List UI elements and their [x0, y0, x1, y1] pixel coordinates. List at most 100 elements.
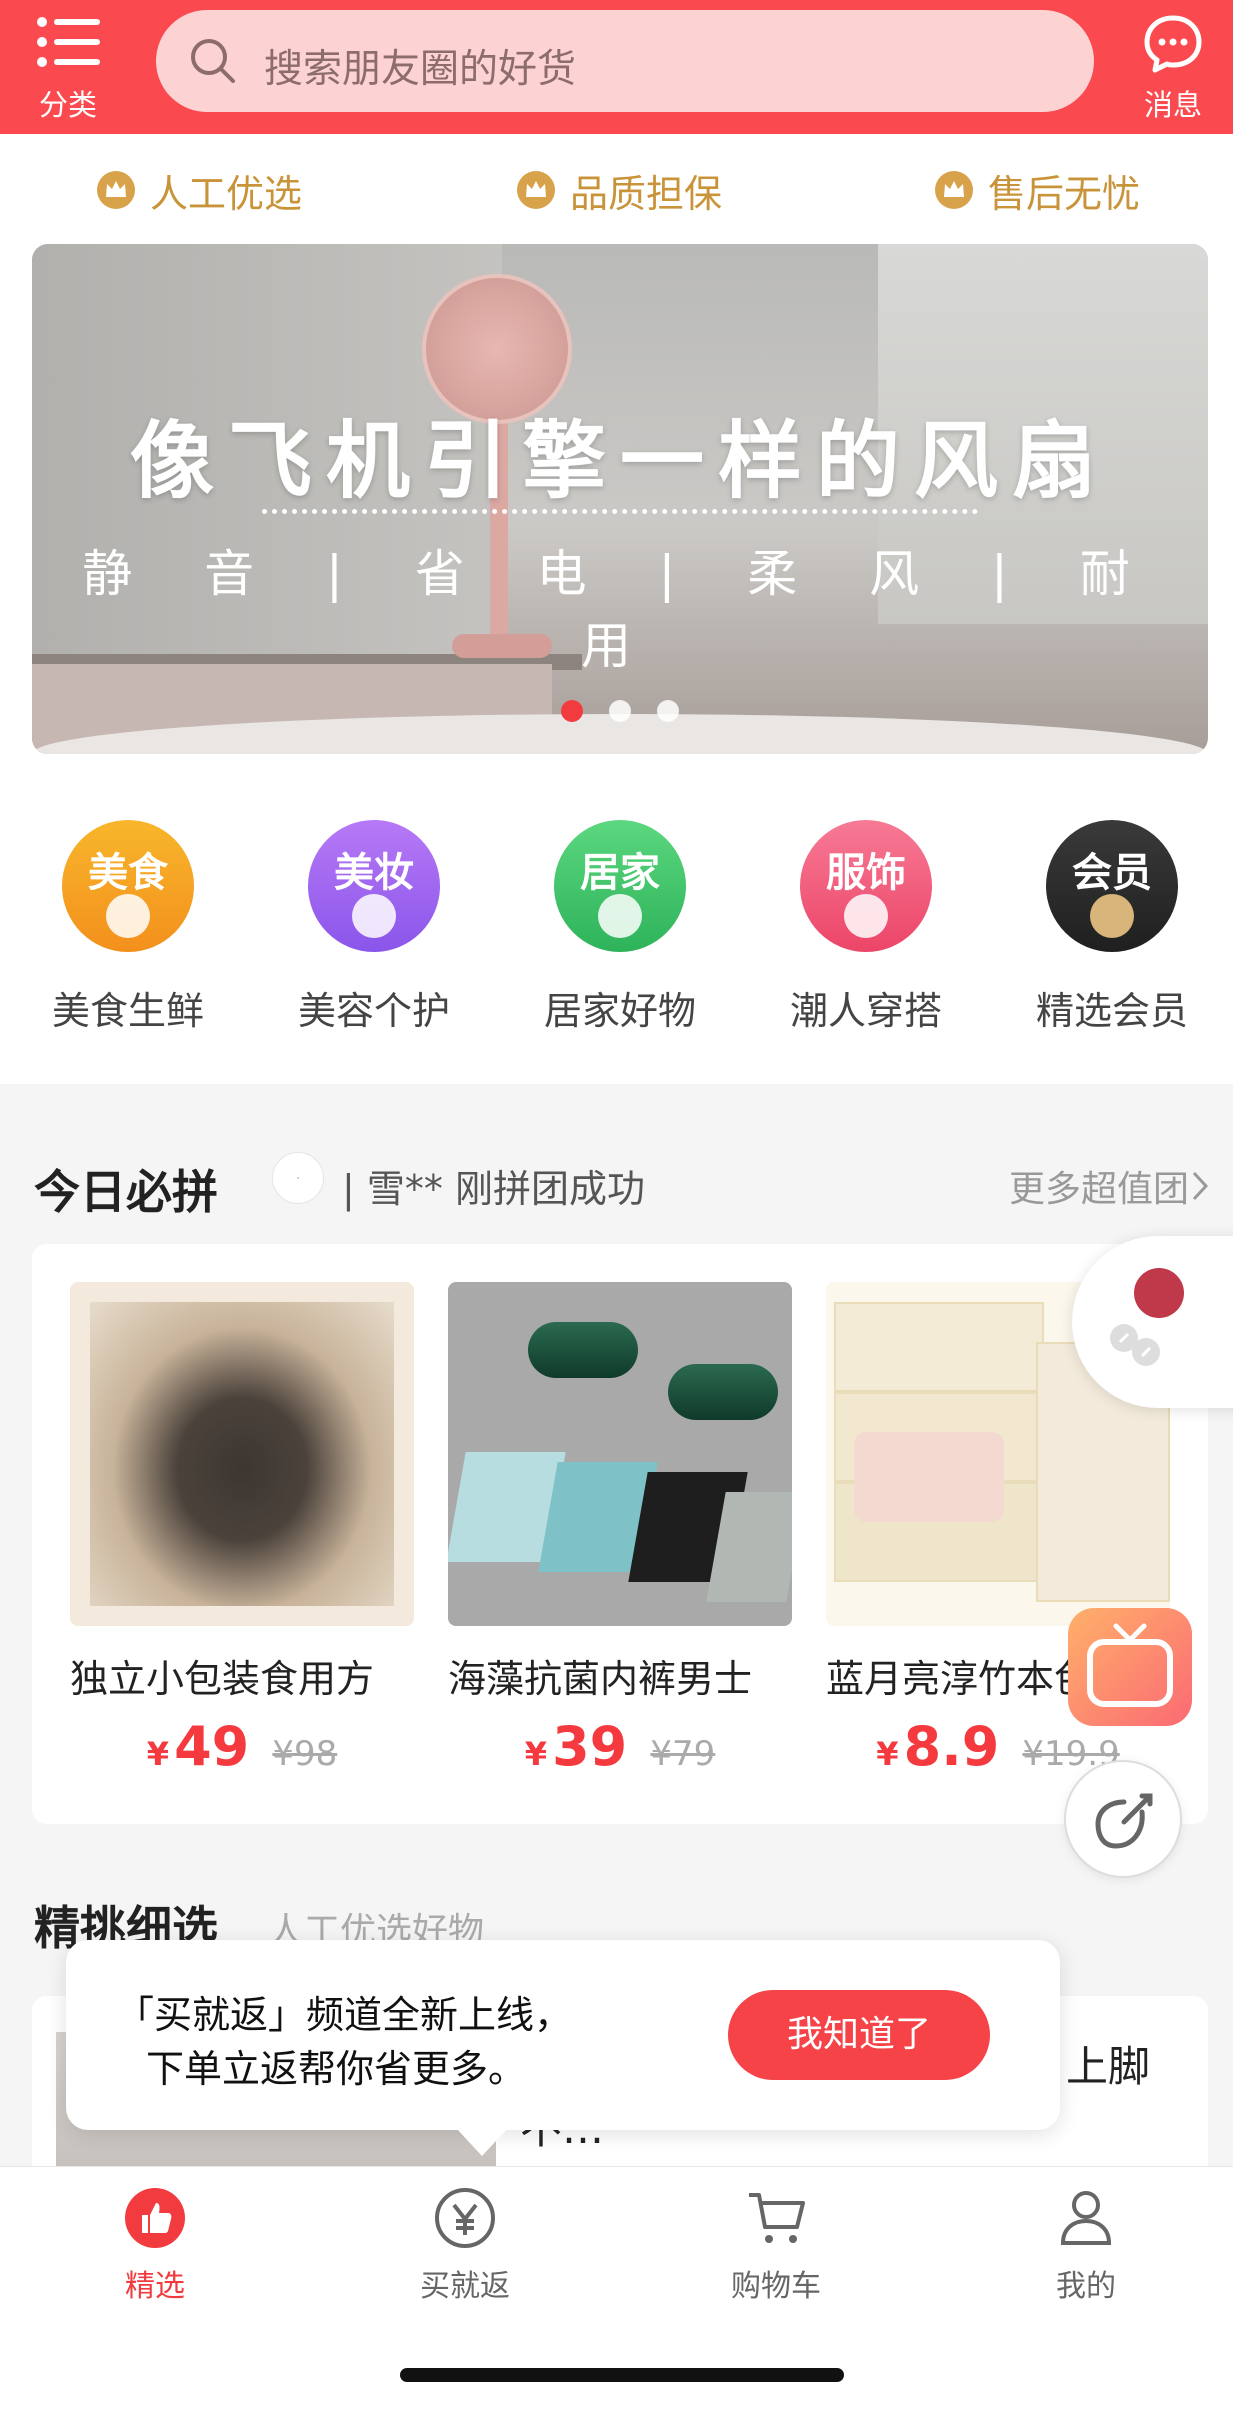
cart-icon: [743, 2185, 809, 2251]
category-home[interactable]: 居家 居家好物: [520, 820, 720, 1035]
category-badge: 美妆: [334, 850, 414, 896]
category-label: 精选会员: [1035, 989, 1188, 1033]
product-card[interactable]: 海藻抗菌内裤男士 ¥ 39 ¥79: [448, 1282, 792, 1778]
food-icon: 美食: [62, 820, 194, 952]
search-placeholder: 搜索朋友圈的好货: [264, 47, 577, 92]
current-price: 8.9: [903, 1715, 1000, 1778]
feature-tooltip: 「买就返」频道全新上线， 下单立返帮你省更多。 我知道了: [66, 1940, 1060, 2156]
banner-divider: [262, 509, 978, 514]
share-external-button[interactable]: [1064, 1760, 1182, 1878]
crown-icon: [97, 171, 135, 209]
crown-icon: [1090, 894, 1134, 938]
category-badge: 会员: [1072, 850, 1152, 896]
currency-symbol: ¥: [524, 1735, 547, 1773]
currency-symbol: ¥: [146, 1735, 169, 1773]
product-image: [70, 1282, 414, 1626]
more-deals-link[interactable]: 更多超值团: [1009, 1160, 1211, 1212]
assurance-item: 品质担保: [516, 162, 722, 218]
product-price: ¥ 39 ¥79: [448, 1715, 792, 1778]
category-badge: 居家: [580, 850, 660, 896]
live-tv-button[interactable]: [1068, 1608, 1192, 1726]
carousel-dot-active[interactable]: [561, 700, 583, 722]
link-icon: [1110, 1324, 1160, 1366]
category-beauty[interactable]: 美妆 美容个护: [274, 820, 474, 1035]
floating-share-widget[interactable]: [1072, 1236, 1233, 1408]
category-food[interactable]: 美食 美食生鲜: [28, 820, 228, 1035]
carousel-dots: [32, 700, 1208, 722]
tab-featured[interactable]: 精选: [55, 2185, 255, 2305]
original-price: ¥98: [272, 1734, 338, 1774]
menu-icon: [37, 17, 100, 67]
product-price: ¥ 49 ¥98: [70, 1715, 414, 1778]
category-label: 居家好物: [543, 989, 696, 1033]
product-name: 海藻抗菌内裤男士: [448, 1657, 753, 1701]
product-name: 独立小包装食用方: [70, 1657, 375, 1701]
currency-symbol: ¥: [876, 1735, 899, 1773]
assurance-bar: 人工优选 品质担保 售后无忧: [0, 134, 1233, 244]
external-link-icon: [1095, 1793, 1153, 1849]
crown-icon: [935, 171, 973, 209]
assurance-item: 售后无忧: [934, 162, 1140, 218]
current-price: 39: [552, 1715, 628, 1778]
category-fashion[interactable]: 服饰 潮人穿搭: [766, 820, 966, 1035]
search-icon: [191, 39, 235, 83]
crown-icon: [517, 171, 555, 209]
assurance-item: 人工优选: [96, 162, 302, 218]
assurance-label: 人工优选: [150, 171, 303, 216]
home-indicator[interactable]: [400, 2368, 844, 2382]
thumbs-up-icon: [122, 2185, 188, 2251]
carousel-dot[interactable]: [657, 700, 679, 722]
category-label: 美容个护: [297, 989, 450, 1033]
category-button[interactable]: 分类: [8, 10, 128, 122]
avatar: ·: [272, 1152, 324, 1204]
fashion-icon: 服饰: [800, 820, 932, 952]
message-label: 消息: [1143, 88, 1202, 122]
group-buy-ticker: | 雪** 刚拼团成功: [342, 1167, 645, 1211]
message-button[interactable]: 消息: [1113, 10, 1233, 122]
category-member[interactable]: 会员 精选会员: [1012, 820, 1212, 1035]
tab-label: 购物车: [731, 2269, 821, 2304]
product-image: [448, 1282, 792, 1626]
banner-subtitle: 静 音 | 省 电 | 柔 风 | 耐 用: [82, 545, 1158, 675]
category-grid: 美食 美食生鲜 美妆 美容个护 居家 居家好物 服饰 潮人穿搭 会员 精选会员: [0, 820, 1233, 1060]
tab-cashback[interactable]: 买就返: [365, 2185, 565, 2305]
apple-icon: [106, 894, 150, 938]
message-icon: [1144, 15, 1202, 73]
category-label: 美食生鲜: [51, 989, 204, 1033]
tab-mine[interactable]: 我的: [986, 2185, 1186, 2305]
assurance-label: 售后无忧: [988, 171, 1141, 216]
assurance-label: 品质担保: [570, 171, 723, 216]
pot-icon: [598, 894, 642, 938]
section-title: 今日必拼: [34, 1165, 218, 1219]
more-deals-label: 更多超值团: [1008, 1169, 1189, 1210]
tooltip-line2: 下单立返帮你省更多。: [146, 2047, 527, 2091]
deals-card: 独立小包装食用方 ¥ 49 ¥98 海藻抗菌内裤男士 ¥ 39 ¥79 蓝月亮淳…: [32, 1244, 1208, 1824]
member-icon: 会员: [1046, 820, 1178, 952]
got-it-button[interactable]: 我知道了: [728, 1990, 990, 2080]
tab-label: 精选: [125, 2269, 185, 2304]
category-label: 分类: [38, 88, 97, 122]
chevron-right-icon: [1192, 1171, 1209, 1201]
tab-label: 买就返: [420, 2269, 510, 2304]
beauty-icon: 美妆: [308, 820, 440, 952]
search-input[interactable]: 搜索朋友圈的好货: [156, 10, 1094, 112]
yuan-icon: [432, 2185, 498, 2251]
today-deals-section: 今日必拼 · | 雪** 刚拼团成功 更多超值团 独立小包装食用方 ¥ 49 ¥…: [0, 1084, 1233, 1824]
coat-icon: [844, 894, 888, 938]
face-icon: [352, 894, 396, 938]
banner-title: 像飞机引擎一样的风扇: [129, 412, 1110, 510]
tab-cart[interactable]: 购物车: [676, 2185, 876, 2305]
tooltip-arrow: [456, 2128, 508, 2156]
category-badge: 服饰: [826, 850, 906, 896]
home-icon: 居家: [554, 820, 686, 952]
promo-banner[interactable]: 像飞机引擎一样的风扇 静 音 | 省 电 | 柔 风 | 耐 用: [32, 244, 1208, 754]
tab-label: 我的: [1056, 2269, 1116, 2304]
user-icon: [1053, 2185, 1119, 2251]
tv-icon: [1087, 1623, 1173, 1707]
banner-section: 像飞机引擎一样的风扇 静 音 | 省 电 | 柔 风 | 耐 用 美食 美食生鲜…: [0, 244, 1233, 1084]
category-badge: 美食: [88, 850, 168, 896]
product-card[interactable]: 独立小包装食用方 ¥ 49 ¥98: [70, 1282, 414, 1778]
carousel-dot[interactable]: [609, 700, 631, 722]
category-label: 潮人穿搭: [789, 989, 942, 1033]
tooltip-line1: 「买就返」频道全新上线，: [116, 1993, 573, 2037]
